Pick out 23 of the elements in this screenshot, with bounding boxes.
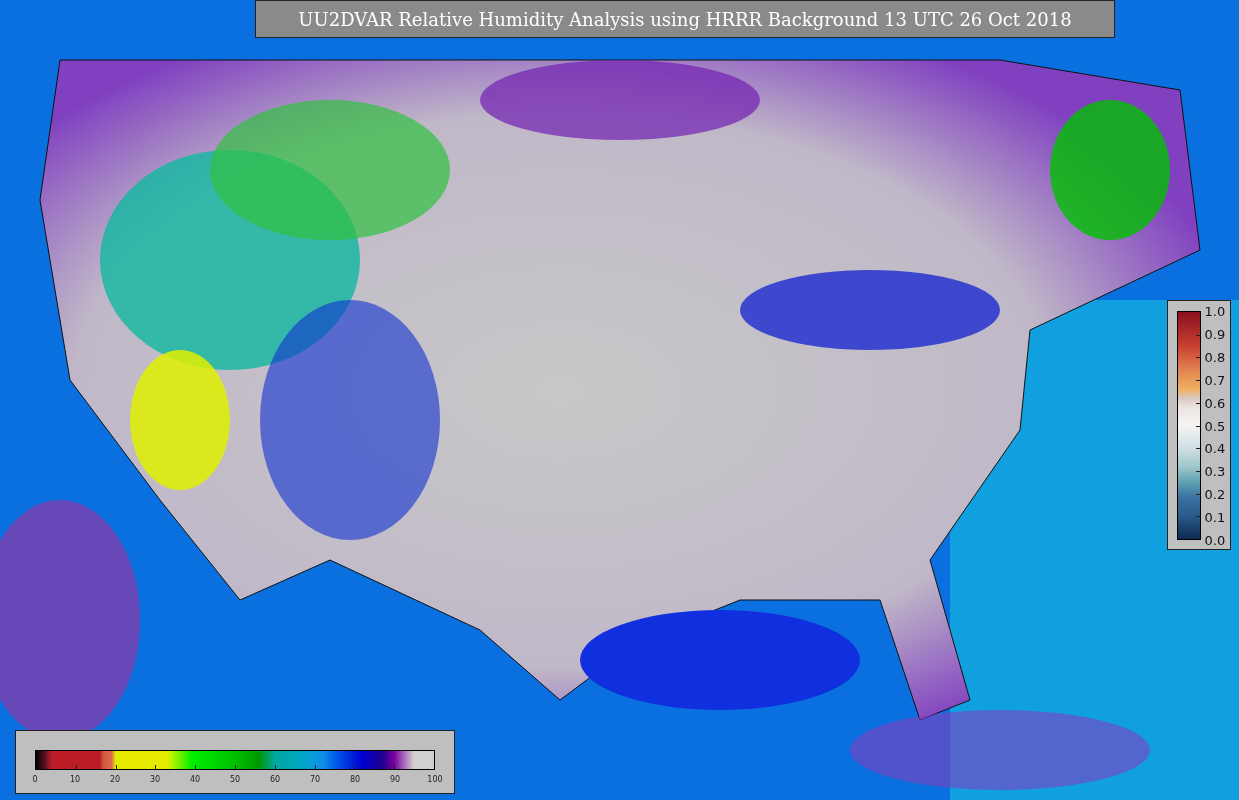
colorbar-tick-label: 10 <box>69 775 81 784</box>
colorbar-tick-label: 0.4 <box>1204 440 1226 456</box>
colorbar-tick-label: 0.7 <box>1204 372 1226 388</box>
colorbar-tick-label: 0.0 <box>1204 532 1226 548</box>
colorbar-tick-label: 0.1 <box>1204 509 1226 525</box>
colorbar-tick-label: 80 <box>349 775 361 784</box>
colorbar-tick-label: 60 <box>269 775 281 784</box>
colorbar-tick-label: 70 <box>309 775 321 784</box>
colorbar-tick-label: 20 <box>109 775 121 784</box>
colorbar-tick-label: 90 <box>389 775 401 784</box>
colorbar-tick-label: 50 <box>229 775 241 784</box>
colorbar-tick-label: 0.8 <box>1204 349 1226 365</box>
colorbar-tick-label: 0.6 <box>1204 395 1226 411</box>
colorbar-tick-label: 0.9 <box>1204 326 1226 342</box>
colorbar-tick-label: 40 <box>189 775 201 784</box>
map-title: UU2DVAR Relative Humidity Analysis using HRRR Background 13 UTC 26 Oct 2018 <box>255 0 1115 38</box>
colorbar-tick-label: 0.3 <box>1204 463 1226 479</box>
colorbar-tick-label: 1.0 <box>1204 303 1226 319</box>
colorbar-tick-label: 0 <box>32 775 38 784</box>
colorbar-tick-label: 100 <box>427 775 443 784</box>
colorbar-tick-label: 30 <box>149 775 161 784</box>
colorbar-tick-label: 0.5 <box>1204 418 1226 433</box>
colorbar-tick-label: 0.2 <box>1204 486 1226 502</box>
